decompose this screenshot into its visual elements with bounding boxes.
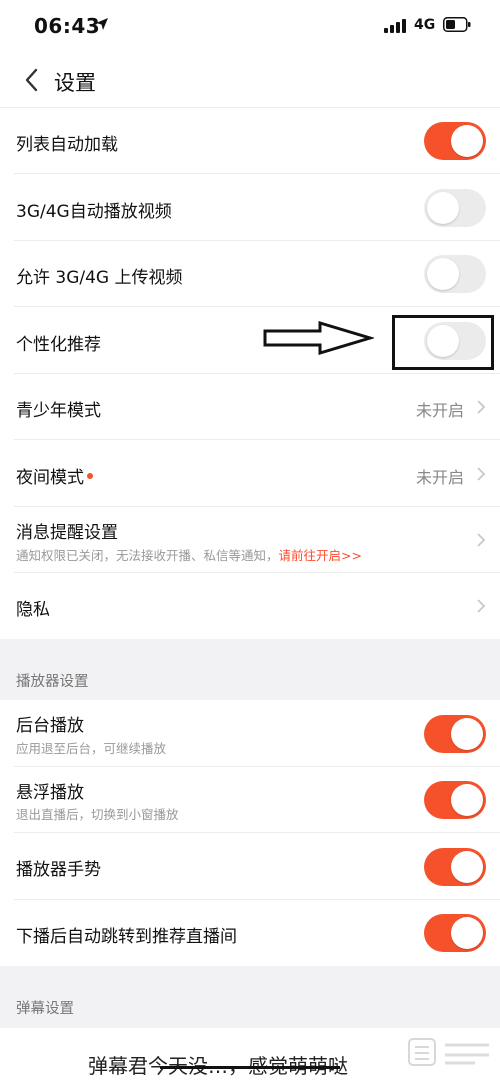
setting-row-floating-play[interactable]: 悬浮播放 退出直播后，切换到小窗播放 [0,767,500,833]
setting-label: 列表自动加载 [16,135,118,155]
toggle-knob [451,784,483,816]
setting-value: 未开启 [415,468,464,487]
toggle-knob [427,258,459,290]
section-title-player: 播放器设置 [16,674,89,690]
annotation-arrow-icon [263,320,374,356]
player-gesture-toggle[interactable] [424,848,486,886]
chevron-right-icon [477,533,486,547]
back-chevron-icon[interactable] [22,67,42,93]
setting-label: 隐私 [16,600,50,620]
setting-row-teen-mode[interactable]: 青少年模式 未开启 [0,374,500,440]
setting-label: 播放器手势 [16,860,101,880]
setting-subtitle: 通知权限已关闭，无法接收开播、私信等通知，请前往开启>> [16,545,362,564]
network-type: 4G [414,17,436,33]
setting-label: 后台播放 [16,716,84,736]
page-title: 设置 [54,71,96,95]
background-play-toggle[interactable] [424,715,486,753]
highlight-box [392,315,494,370]
danmaku-preview-text: 弹幕君今天没…，感觉萌萌哒 [88,1054,348,1078]
chevron-right-icon [477,467,486,481]
toggle-knob [451,917,483,949]
nav-header: 设置 [0,55,500,108]
toggle-knob [427,192,459,224]
upload-video-toggle[interactable] [424,255,486,293]
auto-jump-toggle[interactable] [424,914,486,952]
setting-label: 消息提醒设置 [16,523,118,543]
setting-label: 允许 3G/4G 上传视频 [16,268,183,288]
location-arrow-icon [96,18,108,30]
setting-value: 未开启 [415,401,464,420]
signal-icon [384,19,406,33]
setting-row-privacy[interactable]: 隐私 [0,573,500,639]
autoplay-video-toggle[interactable] [424,189,486,227]
autoload-toggle[interactable] [424,122,486,160]
setting-row-notification[interactable]: 消息提醒设置 通知权限已关闭，无法接收开播、私信等通知，请前往开启>> [0,507,500,573]
floating-play-toggle[interactable] [424,781,486,819]
status-time: 06:43 [34,14,101,38]
setting-row-list-autoload[interactable]: 列表自动加载 [0,108,500,174]
setting-row-player-gesture[interactable]: 播放器手势 [0,833,500,900]
setting-row-upload-video[interactable]: 允许 3G/4G 上传视频 [0,241,500,307]
toggle-knob [451,718,483,750]
subtitle-text: 通知权限已关闭，无法接收开播、私信等通知， [16,548,279,563]
strikethrough-line [160,1066,340,1069]
setting-label: 青少年模式 [16,401,101,421]
chevron-right-icon [477,599,486,613]
setting-label: 悬浮播放 [16,783,84,803]
toggle-knob [451,851,483,883]
setting-label: 个性化推荐 [16,335,101,355]
enable-notification-link[interactable]: 请前往开启>> [279,548,362,563]
setting-label: 下播后自动跳转到推荐直播间 [16,927,237,947]
status-bar: 06:43 4G [0,0,500,55]
red-dot-badge [87,473,93,479]
battery-icon [443,17,471,32]
section-title-danmaku: 弹幕设置 [16,1001,74,1017]
setting-label-text: 夜间模式 [16,468,84,488]
setting-label: 夜间模式 [16,463,93,488]
chevron-right-icon [477,400,486,414]
setting-row-night-mode[interactable]: 夜间模式 未开启 [0,440,500,507]
setting-subtitle: 应用退至后台，可继续播放 [16,741,167,756]
setting-row-auto-jump[interactable]: 下播后自动跳转到推荐直播间 [0,900,500,966]
watermark-logo-icon [408,1038,489,1066]
setting-row-background-play[interactable]: 后台播放 应用退至后台，可继续播放 [0,700,500,767]
setting-subtitle: 退出直播后，切换到小窗播放 [16,807,179,822]
toggle-knob [451,125,483,157]
setting-row-autoplay-video[interactable]: 3G/4G自动播放视频 [0,174,500,241]
setting-label: 3G/4G自动播放视频 [16,202,172,222]
